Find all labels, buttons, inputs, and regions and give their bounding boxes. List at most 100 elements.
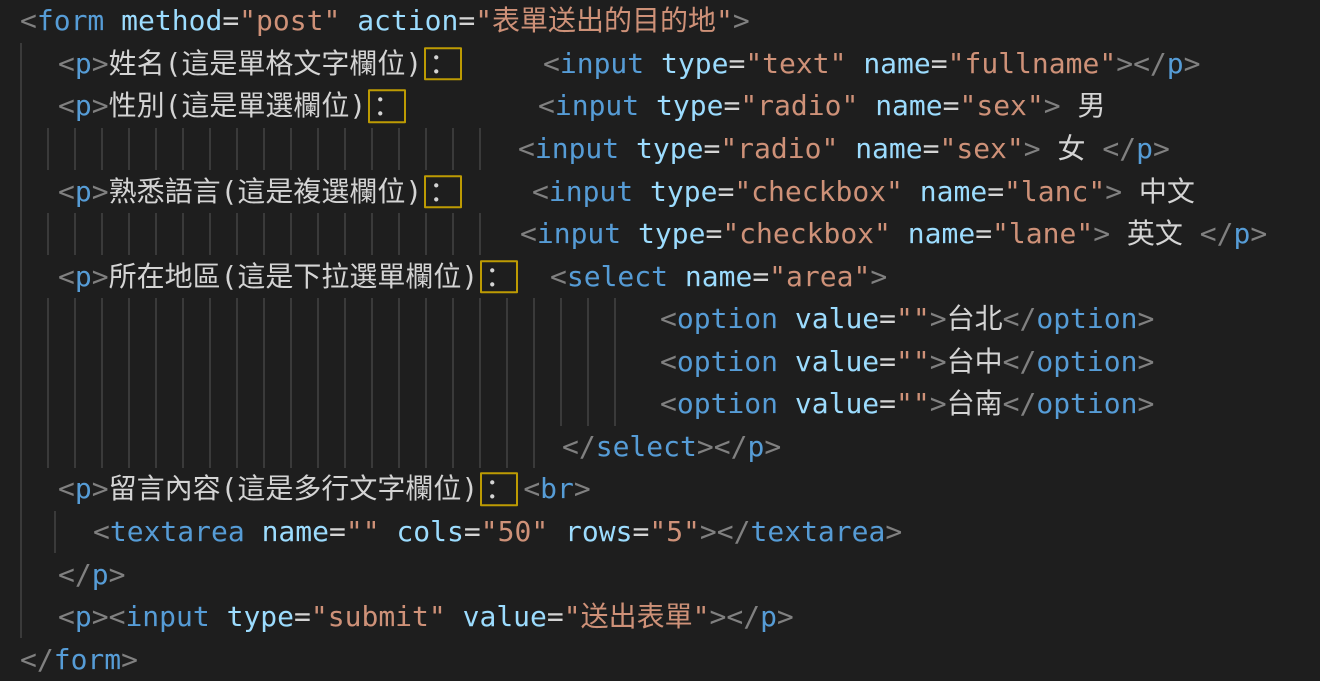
code-token-tag: input bbox=[549, 175, 633, 208]
indent-guide bbox=[20, 341, 22, 384]
code-token-tag: option bbox=[677, 345, 778, 378]
indent-guide bbox=[479, 213, 481, 256]
indent-guide bbox=[47, 341, 49, 384]
code-segment: <input type="text" name="fullname"></p> bbox=[543, 47, 1201, 81]
code-token-p: </ bbox=[1102, 132, 1136, 165]
code-token-str: "送出表單" bbox=[564, 600, 710, 633]
indent-guide bbox=[290, 426, 292, 469]
indent-guide bbox=[263, 213, 265, 256]
indent-guide bbox=[20, 298, 22, 341]
code-token-def: = bbox=[458, 4, 475, 37]
code-line: <textarea name="" cols="50" rows="5"></t… bbox=[0, 511, 1320, 554]
code-token-p: < bbox=[58, 175, 75, 208]
code-token-attr: value bbox=[795, 302, 879, 335]
code-token-def bbox=[621, 217, 638, 250]
code-line: <input type="checkbox" name="lane"> 英文 <… bbox=[0, 213, 1320, 256]
code-token-tag: input bbox=[555, 90, 639, 123]
code-token-tag: input bbox=[125, 600, 209, 633]
indent-guide bbox=[371, 128, 373, 171]
indent-guide bbox=[155, 213, 157, 256]
indent-guide bbox=[101, 426, 103, 469]
indent-guide bbox=[506, 298, 508, 341]
code-token-p: < bbox=[518, 132, 535, 165]
indent-guide bbox=[533, 426, 535, 469]
code-token-p: > bbox=[764, 430, 781, 463]
code-token-def: = bbox=[705, 217, 722, 250]
indent-guide bbox=[20, 213, 22, 256]
indent-guide bbox=[182, 213, 184, 256]
indent-guide bbox=[425, 383, 427, 426]
code-token-def bbox=[778, 345, 795, 378]
unicode-highlight-colon: ： bbox=[480, 260, 518, 293]
code-token-str: "5" bbox=[649, 515, 700, 548]
indent-guide bbox=[506, 426, 508, 469]
code-line: <form method="post" action="表單送出的目的地"> bbox=[0, 0, 1320, 43]
code-token-attr: value bbox=[795, 345, 879, 378]
code-token-def: = bbox=[222, 4, 239, 37]
indent-guide bbox=[128, 298, 130, 341]
code-token-def: = bbox=[879, 302, 896, 335]
indent-guide bbox=[371, 298, 373, 341]
code-token-p: > bbox=[1153, 132, 1170, 165]
code-token-tag: p bbox=[1234, 217, 1251, 250]
code-token-def: = bbox=[879, 388, 896, 421]
code-token-p: > bbox=[1044, 90, 1061, 123]
indent-guide bbox=[344, 298, 346, 341]
indent-guide bbox=[452, 383, 454, 426]
code-token-p: > bbox=[930, 302, 947, 335]
code-token-txt: 台北 bbox=[947, 302, 1003, 335]
indent-guide bbox=[452, 213, 454, 256]
code-token-attr: name bbox=[863, 47, 930, 80]
code-token-def: = bbox=[703, 132, 720, 165]
indent-guide bbox=[290, 213, 292, 256]
code-token-tag: br bbox=[540, 473, 574, 506]
indent-guide bbox=[371, 213, 373, 256]
indent-guide bbox=[20, 85, 22, 128]
indent-guide bbox=[47, 298, 49, 341]
code-token-txt: 熟悉語言(這是複選欄位) bbox=[109, 175, 423, 208]
indent-guide bbox=[425, 128, 427, 171]
indent-guide bbox=[236, 298, 238, 341]
indent-guide bbox=[614, 341, 616, 384]
code-token-p: > bbox=[777, 600, 794, 633]
code-token-p: > bbox=[885, 515, 902, 548]
indent-guide bbox=[587, 298, 589, 341]
code-token-txt: 台中 bbox=[947, 345, 1003, 378]
code-token-attr: value bbox=[463, 600, 547, 633]
code-token-def: = bbox=[294, 600, 311, 633]
code-token-def bbox=[891, 217, 908, 250]
code-token-def: = bbox=[728, 47, 745, 80]
code-token-tag: p bbox=[75, 260, 92, 293]
indent-guide bbox=[155, 426, 157, 469]
code-token-tag: p bbox=[75, 600, 92, 633]
indent-guide bbox=[371, 341, 373, 384]
code-token-def: = bbox=[329, 515, 346, 548]
code-token-txt: 留言內容(這是多行文字欄位) bbox=[109, 473, 479, 506]
indent-guide bbox=[290, 298, 292, 341]
code-line: <p>性別(這是單選欄位)：<input type="radio" name="… bbox=[0, 85, 1320, 128]
code-token-str: "sex" bbox=[959, 90, 1043, 123]
code-segment: <option value="">台中</option> bbox=[660, 345, 1154, 379]
indent-guide bbox=[155, 341, 157, 384]
code-token-p: > bbox=[930, 345, 947, 378]
indent-guide bbox=[182, 298, 184, 341]
code-line: </form> bbox=[0, 638, 1320, 681]
code-token-def bbox=[778, 302, 795, 335]
indent-guide bbox=[74, 383, 76, 426]
code-segment: <input type="radio" name="sex"> 男 bbox=[538, 90, 1106, 124]
indent-guide bbox=[128, 383, 130, 426]
indent-guide bbox=[47, 383, 49, 426]
indent-guide bbox=[317, 213, 319, 256]
code-token-p: < bbox=[520, 217, 537, 250]
code-editor[interactable]: <form method="post" action="表單送出的目的地"><p… bbox=[0, 0, 1320, 681]
indent-guide bbox=[20, 128, 22, 171]
code-token-tag: option bbox=[1036, 388, 1137, 421]
code-token-p: < bbox=[20, 4, 37, 37]
indent-guide bbox=[398, 341, 400, 384]
code-token-str: "lane" bbox=[992, 217, 1093, 250]
code-segment: <p>姓名(這是單格文字欄位)： bbox=[58, 47, 467, 81]
code-segment: <p>所在地區(這是下拉選單欄位)： bbox=[58, 260, 523, 294]
code-line: </p> bbox=[0, 553, 1320, 596]
code-token-p: > bbox=[697, 430, 714, 463]
code-token-def: = bbox=[975, 217, 992, 250]
